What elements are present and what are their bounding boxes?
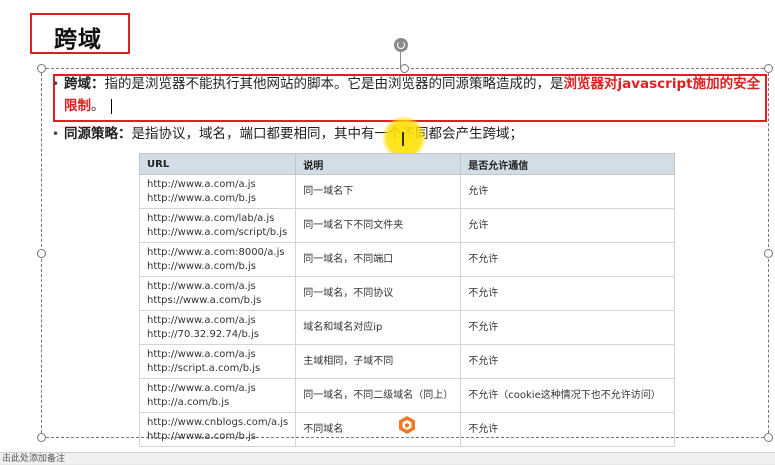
url-line-1: http://www.a.com:8000/a.js <box>147 246 285 258</box>
table-cell-allow: 不允许 <box>460 310 675 345</box>
url-line-2: http://www.a.com/b.js <box>147 430 256 442</box>
app-logo-icon <box>399 416 415 434</box>
url-line-1: http://www.a.com/a.js <box>147 280 256 292</box>
url-line-2: http://a.com/b.js <box>147 396 230 408</box>
url-line-1: http://www.a.com/lab/a.js <box>147 212 275 224</box>
resize-handle-top-right[interactable] <box>764 64 773 73</box>
same-origin-table[interactable]: URL 说明 是否允许通信 http://www.a.com/a.js http:… <box>138 153 675 447</box>
table-cell-allow: 不允许 <box>460 344 675 379</box>
url-line-2: http://70.32.92.74/b.js <box>147 328 259 340</box>
table-cell-url: http://www.a.com/a.js http://70.32.92.74/… <box>138 310 297 345</box>
cross-origin-end: 。 <box>91 98 105 114</box>
resize-handle-middle-right[interactable] <box>764 249 773 258</box>
table-row: http://www.a.com/lab/a.js http://www.a.co… <box>138 208 675 243</box>
cross-origin-label: 跨域： <box>64 76 105 92</box>
table-row: http://www.a.com/a.js http://www.a.com/b.… <box>138 174 675 209</box>
table-cell-url: http://www.a.com/a.js http://script.a.com… <box>138 344 297 379</box>
notes-bar[interactable]: 击此处添加备注 <box>0 452 775 464</box>
bullet-icon: • <box>52 77 60 91</box>
table-cell-url: http://www.cnblogs.com/a.js http://www.a.… <box>138 412 297 447</box>
table-header-row: URL 说明 是否允许通信 <box>138 153 675 175</box>
cross-origin-text: 指的是浏览器不能执行其他网站的脚本。它是由浏览器的同源策略造成的，是 <box>104 76 564 92</box>
table-cell-url: http://www.a.com/a.js http://www.a.com/b.… <box>138 174 297 209</box>
resize-handle-top-center[interactable] <box>400 64 409 73</box>
url-line-2: http://www.a.com/b.js <box>147 260 256 272</box>
table-cell-desc: 同一域名，不同协议 <box>295 276 462 311</box>
table-cell-allow: 不允许（cookie这种情况下也不允许访问） <box>460 378 675 413</box>
url-line-2: http://www.a.com/b.js <box>147 192 256 204</box>
table-cell-desc: 域名和域名对应ip <box>295 310 462 345</box>
paragraph-cross-origin[interactable]: • 跨域：指的是浏览器不能执行其他网站的脚本。它是由浏览器的同源策略造成的，是浏… <box>52 73 764 117</box>
slide-title[interactable]: 跨域 <box>54 20 102 54</box>
table-row: http://www.a.com:8000/a.js http://www.a.c… <box>138 242 675 277</box>
url-line-2: http://www.a.com/script/b.js <box>147 226 288 238</box>
table-header-url: URL <box>138 153 297 175</box>
same-origin-label: 同源策略： <box>64 126 132 142</box>
table-cell-url: http://www.a.com/a.js https://www.a.com/b… <box>138 276 297 311</box>
table-header-desc: 说明 <box>295 153 462 175</box>
url-line-2: https://www.a.com/b.js <box>147 294 262 306</box>
rotate-icon[interactable] <box>394 38 408 52</box>
table-row: http://www.a.com/a.js http://a.com/b.js 同一… <box>138 378 675 413</box>
table-cell-url: http://www.a.com/a.js http://a.com/b.js <box>138 378 297 413</box>
url-line-1: http://www.cnblogs.com/a.js <box>147 416 289 428</box>
url-line-1: http://www.a.com/a.js <box>147 178 256 190</box>
table-row: http://www.a.com/a.js http://script.a.com… <box>138 344 675 379</box>
url-line-1: http://www.a.com/a.js <box>147 314 256 326</box>
i-beam-cursor-icon <box>402 132 404 146</box>
url-line-1: http://www.a.com/a.js <box>147 382 256 394</box>
table-cell-desc: 同一域名下 <box>295 174 462 209</box>
resize-handle-bottom-right[interactable] <box>764 433 773 442</box>
table-cell-allow: 不允许 <box>460 242 675 277</box>
table-row: http://www.a.com/a.js http://70.32.92.74/… <box>138 310 675 345</box>
resize-handle-top-left[interactable] <box>37 64 46 73</box>
table-cell-url: http://www.a.com/lab/a.js http://www.a.co… <box>138 208 297 243</box>
url-line-2: http://script.a.com/b.js <box>147 362 261 374</box>
table-cell-allow: 不允许 <box>460 412 675 447</box>
table-cell-allow: 允许 <box>460 174 675 209</box>
table-cell-allow: 不允许 <box>460 276 675 311</box>
title-highlight-box: 跨域 <box>30 13 130 54</box>
text-caret <box>110 98 112 114</box>
table-cell-allow: 允许 <box>460 208 675 243</box>
table-row: http://www.a.com/a.js https://www.a.com/b… <box>138 276 675 311</box>
table-cell-desc: 同一域名，不同端口 <box>295 242 462 277</box>
bullet-icon: • <box>52 127 60 141</box>
table-header-allow: 是否允许通信 <box>460 153 675 175</box>
same-origin-text: 是指协议，域名，端口都要相同，其中有一个不同都会产生跨域； <box>131 126 524 142</box>
resize-handle-bottom-left[interactable] <box>37 433 46 442</box>
table-cell-desc: 同一域名，不同二级域名（同上） <box>295 378 462 413</box>
url-line-1: http://www.a.com/a.js <box>147 348 256 360</box>
table-cell-url: http://www.a.com:8000/a.js http://www.a.c… <box>138 242 297 277</box>
table-cell-desc: 不同域名 <box>295 412 462 447</box>
table-cell-desc: 同一域名下不同文件夹 <box>295 208 462 243</box>
slide-canvas[interactable]: 跨域 • 跨域：指的是浏览器不能执行其他网站的脚本。它是由浏览器的同源策略造成的… <box>0 0 775 452</box>
table-cell-desc: 主域相同，子域不同 <box>295 344 462 379</box>
resize-handle-middle-left[interactable] <box>37 249 46 258</box>
